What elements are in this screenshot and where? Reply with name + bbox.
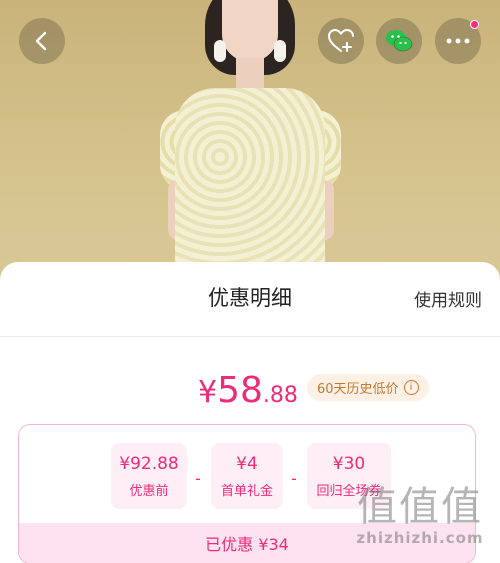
- watermark-logo: 值值值: [357, 484, 483, 530]
- more-button[interactable]: [435, 18, 481, 64]
- price-decimal: .88: [262, 383, 298, 408]
- original-price-label: 优惠前: [129, 483, 169, 499]
- usage-rules-link[interactable]: 使用规则: [414, 286, 482, 311]
- notification-dot: [470, 20, 479, 29]
- watermark-url: zhizhizhi.com: [356, 529, 484, 547]
- earring-right: [274, 40, 286, 62]
- model-face: [222, 0, 278, 62]
- back-button[interactable]: [19, 18, 65, 64]
- original-price-block: ¥92.88 优惠前: [111, 443, 187, 509]
- heart-plus-icon: [327, 28, 354, 52]
- first-order-gift-block: ¥4 首单礼金: [211, 443, 283, 509]
- price-integer: 58: [217, 370, 263, 411]
- minus-sign: -: [291, 469, 297, 488]
- chevron-left-icon: [35, 31, 47, 51]
- minus-sign: -: [195, 469, 201, 488]
- more-dots-icon: [446, 38, 470, 44]
- first-order-gift-amount: ¥4: [236, 453, 258, 474]
- wechat-icon: [386, 30, 413, 52]
- original-price-amount: ¥92.88: [119, 453, 179, 474]
- breakdown-pointer: [252, 425, 272, 434]
- wishlist-button[interactable]: [318, 18, 364, 64]
- return-coupon-amount: ¥30: [332, 453, 366, 474]
- earring-left: [214, 40, 226, 62]
- divider: [0, 336, 500, 337]
- info-icon[interactable]: i: [403, 380, 419, 395]
- final-price: ¥ 58 .88: [198, 370, 298, 411]
- historic-low-label: 60天历史低价: [317, 382, 399, 397]
- watermark: 值值值 zhizhizhi.com: [345, 485, 495, 547]
- price-currency: ¥: [198, 375, 218, 410]
- product-photo: [0, 0, 500, 300]
- share-button[interactable]: [376, 18, 422, 64]
- historic-low-badge[interactable]: 60天历史低价 i: [307, 374, 429, 401]
- first-order-gift-label: 首单礼金: [220, 483, 273, 499]
